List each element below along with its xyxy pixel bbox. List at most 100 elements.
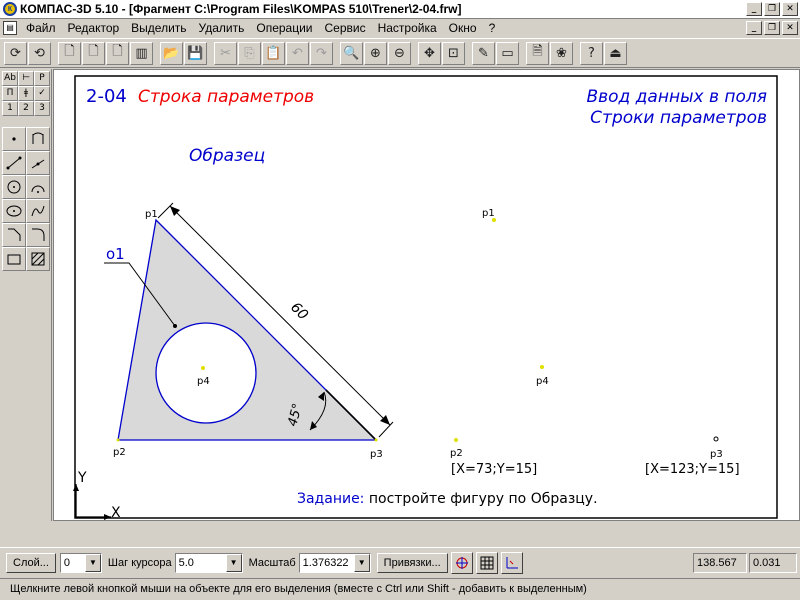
library-icon[interactable]: ❀ (550, 41, 573, 65)
save-icon[interactable]: 💾 (184, 41, 207, 65)
copy-icon[interactable]: ⎘ (238, 41, 261, 65)
task-point-p2-label: p2 (450, 448, 463, 459)
select-panel-icon[interactable]: ✓ (34, 86, 50, 101)
preview-icon[interactable]: 🗎 (526, 41, 549, 65)
task-point-p4-dot[interactable] (540, 365, 544, 369)
cut-icon[interactable]: ✂ (214, 41, 237, 65)
restore-button[interactable]: ❐ (764, 2, 780, 16)
exit-icon[interactable]: ⏏ (604, 41, 627, 65)
circle-tool-icon[interactable] (2, 175, 26, 199)
view-1-icon[interactable]: 1 (2, 101, 18, 116)
measure-panel-icon[interactable]: П (2, 86, 18, 101)
doc-minimize-button[interactable]: _ (746, 21, 762, 35)
paste-icon[interactable]: 📋 (262, 41, 285, 65)
task-text: постройте фигуру по Образцу. (368, 491, 598, 507)
sample-label: Образец (189, 146, 265, 166)
spline-tool-icon[interactable] (26, 199, 50, 223)
task-point-p3-dot[interactable] (713, 436, 719, 442)
zoom-out-icon[interactable]: ⊖ (388, 41, 411, 65)
fit-icon[interactable]: ⊡ (442, 41, 465, 65)
local-cs-icon[interactable] (500, 551, 523, 574)
hatch-tool-icon[interactable] (26, 247, 50, 271)
sample-point-p1: p1 (145, 209, 158, 220)
task-point-p4-label: p4 (536, 376, 549, 387)
new-document-icon[interactable]: 🗋 (58, 41, 81, 65)
window-icon[interactable]: ▭ (496, 41, 519, 65)
window-controls: _ ❐ ✕ (746, 2, 798, 16)
close-button[interactable]: ✕ (782, 2, 798, 16)
axes-arrows (73, 484, 111, 520)
menu-window[interactable]: Окно (443, 19, 483, 37)
layer-combo[interactable]: 0 ▼ (59, 552, 102, 573)
rebuild-all-icon[interactable]: ⟲ (28, 41, 51, 65)
segment-tool-icon[interactable] (2, 151, 26, 175)
menu-select[interactable]: Выделить (125, 19, 192, 37)
doc-close-button[interactable]: ✕ (782, 21, 798, 35)
menu-service[interactable]: Сервис (319, 19, 372, 37)
document-icon[interactable]: ▤ (3, 21, 17, 35)
layer-value: 0 (63, 556, 71, 569)
chamfer-tool-icon[interactable] (2, 223, 26, 247)
sample-point-p2: p2 (113, 447, 126, 458)
layer-button[interactable]: Слой... (6, 552, 56, 573)
new-sheet-icon[interactable]: 🗋 (82, 41, 105, 65)
sample-point-p3: p3 (370, 449, 383, 460)
subtitle-line-2: Строки параметров (590, 108, 767, 128)
scale-label: Масштаб (248, 556, 296, 569)
parallel-segment-tool-icon[interactable] (26, 151, 50, 175)
grid-icon[interactable] (475, 551, 498, 574)
new-fragment-icon[interactable]: 🗋 (106, 41, 129, 65)
menu-editor[interactable]: Редактор (62, 19, 126, 37)
task-point-p1-label: p1 (482, 208, 495, 219)
rebuild-icon[interactable]: ⟳ (4, 41, 27, 65)
sample-point-p4: p4 (197, 376, 210, 387)
title-bar: К КОМПАС-3D 5.10 - [Фрагмент C:\Program … (0, 0, 800, 19)
exercise-number: 2-04 (86, 86, 127, 107)
task-point-p2-dot[interactable] (454, 438, 458, 442)
minimize-button[interactable]: _ (746, 2, 762, 16)
pan-icon[interactable]: ✥ (418, 41, 441, 65)
auxiliary-line-tool-icon[interactable] (26, 127, 50, 151)
help-icon[interactable]: ? (580, 41, 603, 65)
status-hint: Щелкните левой кнопкой мыши на объекте д… (0, 578, 800, 600)
cursor-step-dropdown-icon[interactable]: ▼ (225, 553, 242, 572)
pen-icon[interactable]: ✎ (472, 41, 495, 65)
dimension-panel-icon[interactable]: ⊢ (18, 71, 34, 86)
snap-grid-icon[interactable] (450, 551, 473, 574)
layer-dropdown-icon[interactable]: ▼ (84, 553, 101, 572)
task-point-p3-label: p3 (710, 449, 723, 460)
view-3-icon[interactable]: 3 (34, 101, 50, 116)
edit-panel-icon[interactable]: ǂ (18, 86, 34, 101)
undo-icon[interactable]: ↶ (286, 41, 309, 65)
scale-dropdown-icon[interactable]: ▼ (353, 553, 370, 572)
menu-file[interactable]: Файл (20, 19, 62, 37)
menu-operations[interactable]: Операции (250, 19, 318, 37)
menu-help[interactable]: ? (483, 19, 502, 37)
drawing-canvas[interactable]: 2-04 Строка параметров Ввод данных в пол… (53, 69, 800, 521)
doc-restore-button[interactable]: ❐ (764, 21, 780, 35)
text-panel-icon[interactable]: Ab (2, 71, 18, 86)
parameter-panel-icon[interactable]: P (34, 71, 50, 86)
sample-circle[interactable] (155, 322, 257, 424)
kompas-logo-icon: К (3, 2, 17, 16)
menu-delete[interactable]: Удалить (193, 19, 251, 37)
new-spec-icon[interactable]: ▥ (130, 41, 153, 65)
zoom-in-icon[interactable]: ⊕ (364, 41, 387, 65)
sample-shaded-area (118, 220, 376, 440)
snaps-button[interactable]: Привязки... (376, 552, 448, 573)
zoom-icon[interactable]: 🔍 (340, 41, 363, 65)
view-2-icon[interactable]: 2 (18, 101, 34, 116)
task-label: Задание: (297, 491, 365, 507)
scale-combo[interactable]: 1.376322 ▼ (298, 552, 371, 573)
fillet-tool-icon[interactable] (26, 223, 50, 247)
cursor-step-combo[interactable]: 5.0 ▼ (174, 552, 243, 573)
menu-settings[interactable]: Настройка (372, 19, 443, 37)
rectangle-tool-icon[interactable] (2, 247, 26, 271)
ellipse-tool-icon[interactable] (2, 199, 26, 223)
coord-p3: [X=123;Y=15] (645, 462, 740, 477)
point-tool-icon[interactable] (2, 127, 26, 151)
open-folder-icon[interactable]: 📂 (160, 41, 183, 65)
exercise-title: Строка параметров (138, 87, 314, 107)
arc-tool-icon[interactable] (26, 175, 50, 199)
redo-icon[interactable]: ↷ (310, 41, 333, 65)
